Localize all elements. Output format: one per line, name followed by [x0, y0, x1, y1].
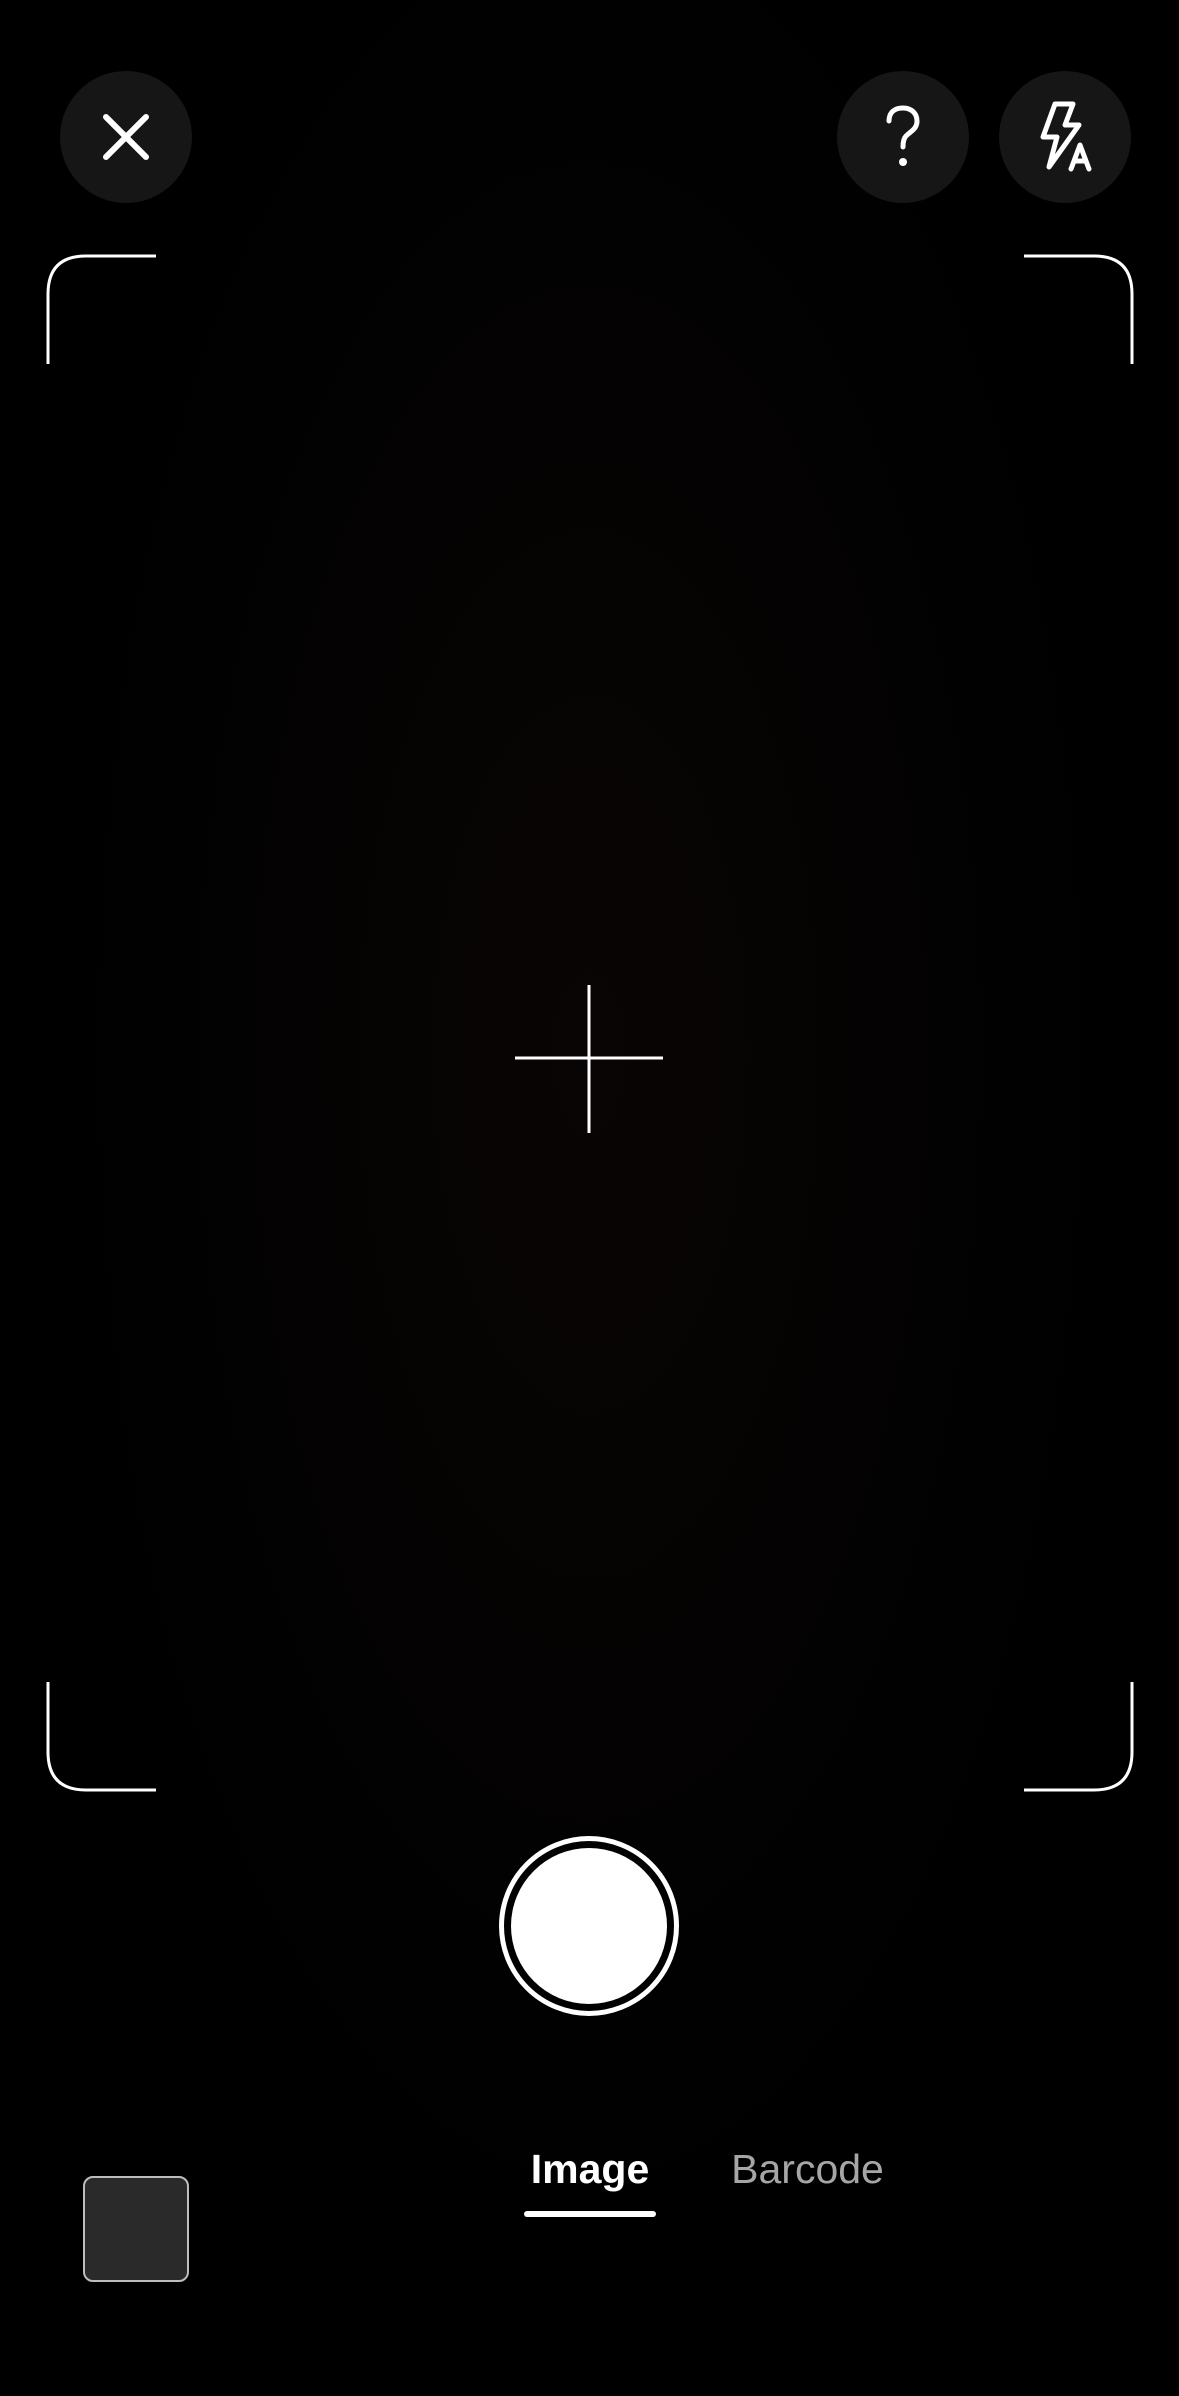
flash-auto-icon	[1033, 101, 1097, 173]
tab-barcode[interactable]: Barcode	[720, 2142, 895, 2222]
frame-corner-bottom-left	[46, 1680, 158, 1792]
flash-auto-button[interactable]	[999, 71, 1131, 203]
tab-image[interactable]: Image	[524, 2142, 656, 2222]
help-icon	[883, 105, 923, 169]
frame-corner-bottom-right	[1022, 1680, 1134, 1792]
crosshair-icon	[513, 983, 665, 1135]
frame-corner-top-right	[1022, 254, 1134, 366]
camera-viewfinder[interactable]	[0, 0, 1179, 2396]
shutter-button-inner	[511, 1848, 667, 2004]
shutter-button[interactable]	[499, 1836, 679, 2016]
gallery-thumbnail[interactable]	[83, 2176, 189, 2282]
close-icon	[100, 111, 152, 163]
tab-image-indicator	[524, 2211, 656, 2217]
help-button[interactable]	[837, 71, 969, 203]
frame-corner-top-left	[46, 254, 158, 366]
close-button[interactable]	[60, 71, 192, 203]
